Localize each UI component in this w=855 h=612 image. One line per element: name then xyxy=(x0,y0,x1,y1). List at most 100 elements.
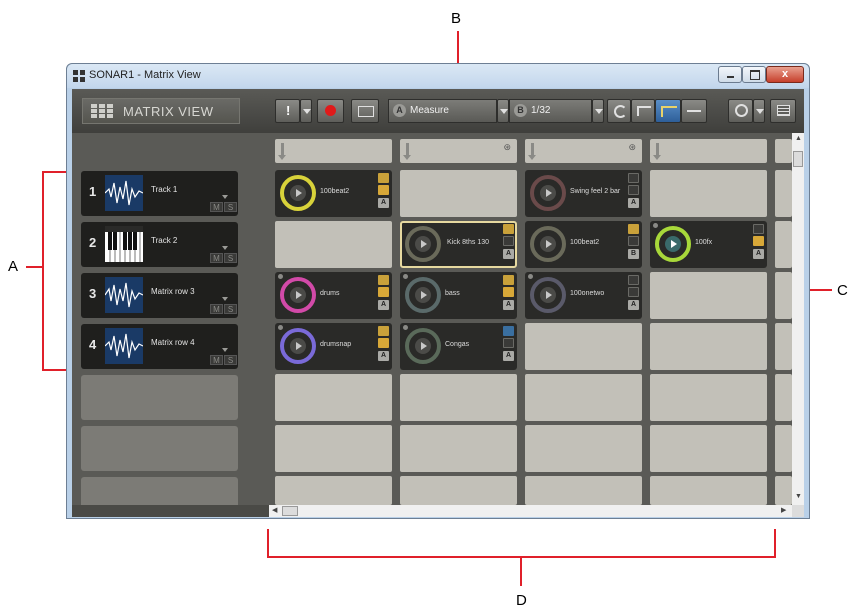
clip-letter[interactable]: A xyxy=(753,249,764,259)
track-header-3[interactable]: 3 Matrix row 3 M S xyxy=(81,273,238,318)
trigger-mode-icon[interactable] xyxy=(628,185,639,195)
midi-button[interactable] xyxy=(728,99,753,123)
empty-cell[interactable] xyxy=(650,374,767,421)
trigger-mode-icon[interactable] xyxy=(378,185,389,195)
stop-all-dropdown[interactable] xyxy=(300,99,312,123)
clip-play-button[interactable] xyxy=(280,175,316,211)
loop-icon[interactable] xyxy=(503,224,514,234)
trigger-mode-icon[interactable] xyxy=(628,236,639,246)
column-trigger-4[interactable] xyxy=(650,139,767,163)
title-bar[interactable]: SONAR1 - Matrix View x xyxy=(67,64,809,88)
clip-letter[interactable]: A xyxy=(503,300,514,310)
empty-cell[interactable] xyxy=(400,374,517,421)
clip-letter[interactable]: A xyxy=(378,300,389,310)
clip-letter[interactable]: B xyxy=(628,249,639,259)
solo-button[interactable]: S xyxy=(224,355,237,365)
close-button[interactable]: x xyxy=(766,66,804,83)
track-name[interactable]: Track 2 xyxy=(151,236,177,245)
clip-play-button[interactable] xyxy=(405,226,441,262)
column-trigger-3[interactable]: ⊛ xyxy=(525,139,642,163)
resize-grip-icon[interactable] xyxy=(792,505,804,517)
empty-cell[interactable] xyxy=(650,272,767,319)
mute-button[interactable]: M xyxy=(210,304,223,314)
trigger-mode-icon[interactable] xyxy=(503,287,514,297)
column-trigger-1[interactable] xyxy=(275,139,392,163)
clip-cell[interactable]: 100fx A xyxy=(650,221,767,268)
clip-list-button[interactable] xyxy=(770,99,796,123)
clip-letter[interactable]: A xyxy=(378,351,389,361)
track-name[interactable]: Matrix row 4 xyxy=(151,338,195,347)
track-name[interactable]: Matrix row 3 xyxy=(151,287,195,296)
cell-advance-button[interactable] xyxy=(681,99,707,123)
trigger-mode-icon[interactable] xyxy=(378,338,389,348)
trigger-mode-button[interactable] xyxy=(631,99,655,123)
empty-cell[interactable] xyxy=(775,221,792,268)
chevron-down-icon[interactable] xyxy=(222,297,228,301)
loop-icon[interactable] xyxy=(753,224,764,234)
horizontal-scrollbar[interactable]: ◀ ▶ xyxy=(269,505,792,517)
empty-cell[interactable] xyxy=(775,170,792,217)
track-header-2[interactable]: 2 Track 2 M S xyxy=(81,222,238,267)
clip-cell[interactable]: Congas A xyxy=(400,323,517,370)
vertical-scroll-thumb[interactable] xyxy=(793,151,803,167)
clip-letter[interactable]: A xyxy=(628,300,639,310)
clip-cell[interactable]: drums A xyxy=(275,272,392,319)
empty-cell[interactable] xyxy=(525,476,642,505)
loop-icon[interactable] xyxy=(503,275,514,285)
clip-cell[interactable]: bass A xyxy=(400,272,517,319)
loop-icon[interactable] xyxy=(503,326,514,336)
loop-icon[interactable] xyxy=(628,173,639,183)
track-header-empty[interactable] xyxy=(81,375,238,420)
empty-cell[interactable] xyxy=(525,425,642,472)
clip-play-button[interactable] xyxy=(405,328,441,364)
clip-letter[interactable]: A xyxy=(378,198,389,208)
vertical-scrollbar[interactable]: ▲ ▼ xyxy=(792,133,804,505)
empty-cell[interactable] xyxy=(275,425,392,472)
empty-cell[interactable] xyxy=(775,476,792,505)
empty-cell[interactable] xyxy=(400,476,517,505)
clip-cell[interactable]: 100beat2 B xyxy=(525,221,642,268)
clip-cell[interactable]: 100beat2 A xyxy=(275,170,392,217)
record-button[interactable] xyxy=(317,99,344,123)
scroll-left-icon[interactable]: ◀ xyxy=(272,506,277,514)
column-trigger-5[interactable] xyxy=(775,139,792,163)
loop-icon[interactable] xyxy=(378,326,389,336)
solo-button[interactable]: S xyxy=(224,253,237,263)
clip-cell[interactable]: 100onetwo A xyxy=(525,272,642,319)
minimize-button[interactable] xyxy=(718,66,742,83)
loop-icon[interactable] xyxy=(378,275,389,285)
solo-button[interactable]: S xyxy=(224,202,237,212)
follow-button[interactable] xyxy=(655,99,681,123)
solo-button[interactable]: S xyxy=(224,304,237,314)
trigger-mode-icon[interactable] xyxy=(753,236,764,246)
mute-button[interactable]: M xyxy=(210,202,223,212)
loop-icon[interactable] xyxy=(628,224,639,234)
empty-cell[interactable] xyxy=(775,272,792,319)
column-trigger-2[interactable]: ⊛ xyxy=(400,139,517,163)
empty-cell[interactable] xyxy=(275,476,392,505)
clip-cell[interactable]: Swing feel 2 bar A xyxy=(525,170,642,217)
clip-cell[interactable]: drumsnap A xyxy=(275,323,392,370)
track-header-4[interactable]: 4 Matrix row 4 M S xyxy=(81,324,238,369)
trigger-mode-icon[interactable] xyxy=(503,236,514,246)
loop-icon[interactable] xyxy=(378,173,389,183)
empty-cell[interactable] xyxy=(525,323,642,370)
midi-dropdown[interactable] xyxy=(753,99,765,123)
chevron-down-icon[interactable] xyxy=(222,195,228,199)
clip-letter[interactable]: A xyxy=(503,249,514,259)
empty-cell[interactable] xyxy=(775,323,792,370)
clip-cell-selected[interactable]: Kick 8ths 130 A xyxy=(400,221,517,268)
quantize-select[interactable]: B 1/32 xyxy=(509,99,592,123)
empty-cell[interactable] xyxy=(275,374,392,421)
scroll-up-icon[interactable]: ▲ xyxy=(795,135,802,142)
render-button[interactable] xyxy=(351,99,379,123)
track-name[interactable]: Track 1 xyxy=(151,185,177,194)
loop-icon[interactable] xyxy=(628,275,639,285)
clip-play-button[interactable] xyxy=(530,226,566,262)
scroll-down-icon[interactable]: ▼ xyxy=(795,493,802,500)
clip-play-button[interactable] xyxy=(405,277,441,313)
scroll-right-icon[interactable]: ▶ xyxy=(781,506,786,514)
trigger-mode-icon[interactable] xyxy=(378,287,389,297)
clip-letter[interactable]: A xyxy=(628,198,639,208)
chevron-down-icon[interactable] xyxy=(222,348,228,352)
